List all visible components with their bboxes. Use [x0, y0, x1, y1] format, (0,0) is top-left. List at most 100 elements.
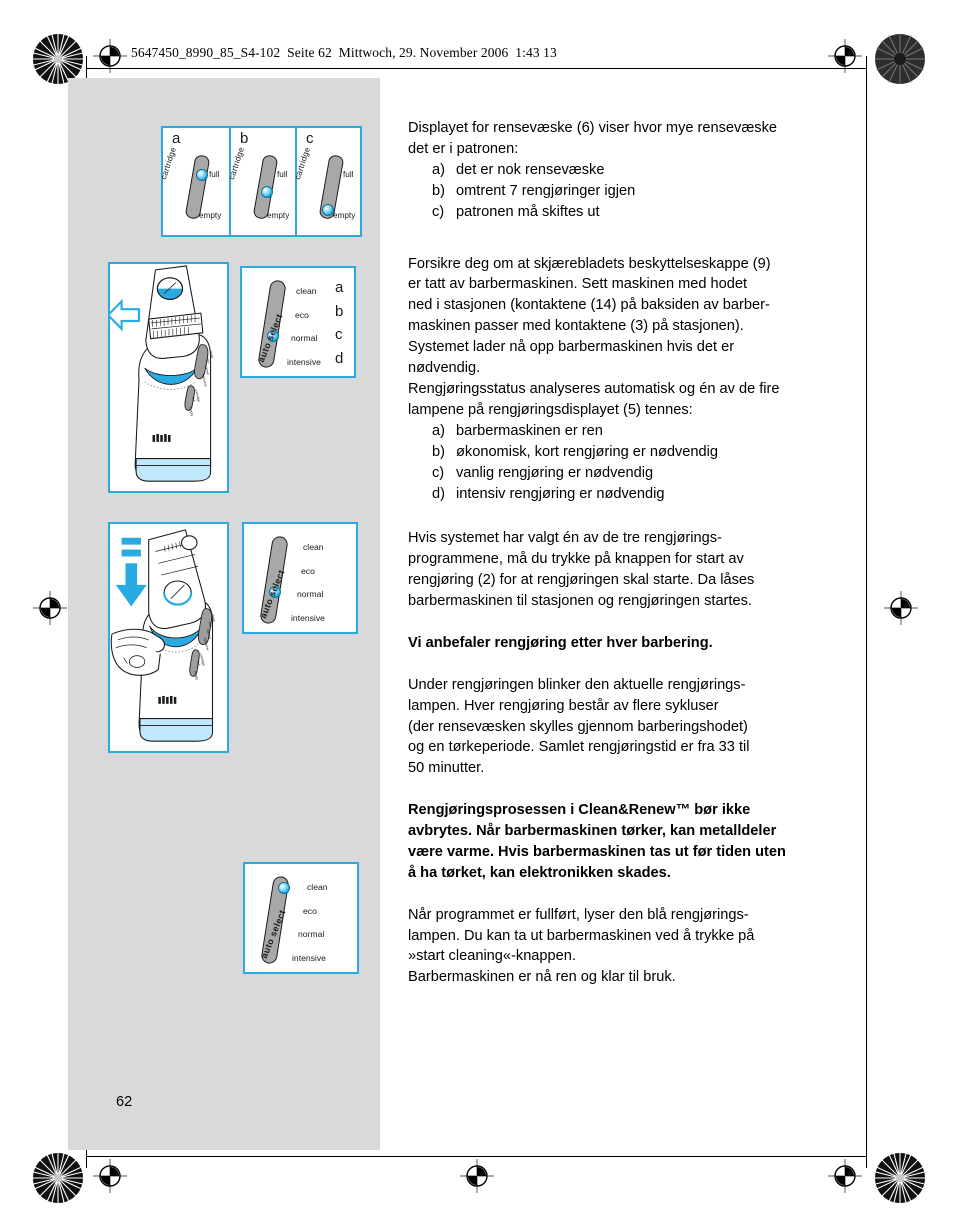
cartridge-cell-b: b cartridge full empty: [227, 128, 295, 235]
list-text: det er nok rensevæske: [456, 161, 605, 178]
auto-select-option-clean-1: clean: [296, 286, 317, 296]
text-line: 50 minutter.: [408, 760, 485, 777]
registration-crosshair-middle-left: [33, 591, 67, 625]
text-line: Displayet for rensevæske (6) viser hvor …: [408, 120, 778, 136]
starburst-mark-top-right: [874, 33, 926, 85]
crop-line-bottom: [86, 1156, 866, 1157]
list-item: b) økonomisk, kort rengjøring er nødvend…: [408, 442, 852, 463]
list-item: c) patronen må skiftes ut: [408, 202, 852, 223]
auto-select-letter-d: d: [335, 350, 344, 367]
insert-direction-arrow: [110, 298, 141, 332]
text-line: (der rensevæsken skylles gjennom barberi…: [408, 718, 748, 735]
text-line: Barbermaskinen er nå ren og klar til bru…: [408, 969, 676, 986]
list-marker: b): [432, 182, 445, 199]
text-line: er tatt av barbermaskinen. Sett maskinen…: [408, 276, 748, 293]
cartridge-label-b: b: [240, 130, 249, 147]
list-item: c) vanlig rengjøring er nødvendig: [408, 463, 852, 484]
figure-auto-select-clean: auto select clean eco normal intensive: [243, 862, 359, 974]
list-item: a) det er nok rensevæske: [408, 160, 852, 181]
paragraph-insert-shaver: Forsikre deg om at skjærebladets beskytt…: [408, 254, 852, 421]
text-line: være varme. Hvis barbermaskinen tas ut f…: [408, 843, 786, 860]
figure-auto-select-normal: auto select clean eco normal intensive: [242, 522, 358, 634]
starburst-mark-bottom-right: [874, 1152, 926, 1204]
text-line: rengjøring (2) for at rengjøringen skal …: [408, 572, 755, 589]
text-line: Rengjøringsstatus analyseres automatisk …: [408, 380, 780, 397]
cartridge-cell-a: a cartridge full empty: [159, 128, 229, 235]
cartridge-full-label-c: full: [343, 170, 354, 179]
paragraph-during-cleaning: Under rengjøringen blinker den aktuelle …: [408, 675, 852, 780]
registration-crosshair-bottom-center: [460, 1159, 494, 1193]
paragraph-start-cleaning: Hvis systemet har valgt én av de tre ren…: [408, 528, 852, 612]
list-text: intensiv rengjøring er nødvendig: [456, 485, 665, 502]
page-number: 62: [116, 1094, 133, 1110]
auto-select-letter-a: a: [335, 279, 344, 296]
auto-select-option-intensive-1: intensive: [287, 357, 321, 367]
paragraph-recommendation: Vi anbefaler rengjøring etter hver barbe…: [408, 634, 713, 651]
text-line: lampene på rengjøringsdisplayet (5) tenn…: [408, 401, 693, 418]
auto-select-letter-c: c: [335, 326, 343, 343]
list-text: økonomisk, kort rengjøring er nødvendig: [456, 443, 718, 460]
printed-page: 5647450_8990_85_S4-102 Seite 62 Mittwoch…: [0, 0, 954, 1223]
cartridge-full-label-b: full: [277, 170, 288, 179]
list-marker: a): [432, 422, 445, 439]
list-text: vanlig rengjøring er nødvendig: [456, 464, 654, 481]
figure-cartridge-level-display: a cartridge full empty b cartridge full …: [159, 126, 362, 237]
list-marker: d): [432, 485, 445, 502]
crop-line-right: [866, 56, 867, 1168]
registration-crosshair-middle-right: [884, 591, 918, 625]
auto-select-letter-b: b: [335, 303, 344, 320]
text-line: programmene, må du trykke på knappen for…: [408, 551, 744, 568]
paragraph-program-complete: Når programmet er fullført, lyser den bl…: [408, 905, 852, 989]
auto-select-option-clean-3: clean: [307, 882, 328, 892]
crop-line-top: [86, 68, 866, 69]
auto-select-option-eco-2: eco: [301, 566, 315, 576]
auto-select-option-intensive-2: intensive: [291, 613, 325, 623]
cartridge-full-label-a: full: [209, 170, 220, 179]
figure-shaver-press-down: clean eco normal intensive cartridge ful…: [108, 522, 229, 753]
text-line: lampen. Du kan ta ut barbermaskinen ved …: [408, 927, 755, 944]
cartridge-label-c: c: [306, 130, 314, 147]
press-direction-arrow: [115, 537, 147, 607]
registration-crosshair-bottom-right: [828, 1159, 862, 1193]
cartridge-label-a: a: [172, 130, 181, 147]
text-line: avbrytes. Når barbermaskinen tørker, kan…: [408, 823, 777, 840]
cartridge-axis-label-a: cartridge: [159, 145, 178, 181]
text-line: Når programmet er fullført, lyser den bl…: [408, 906, 749, 923]
figure-shaver-insert-into-station: clean eco normal intensive cartridge ful…: [108, 262, 229, 493]
shaver-press-down-drawing: clean eco normal intensive cartridge ful…: [110, 529, 216, 742]
text-line: Forsikre deg om at skjærebladets beskytt…: [408, 255, 771, 272]
text-line: nødvendig.: [408, 360, 481, 377]
paragraph-warning: Rengjøringsprosessen i Clean&Renew™ bør …: [408, 800, 852, 884]
auto-select-option-eco-1: eco: [295, 310, 309, 320]
running-head: 5647450_8990_85_S4-102 Seite 62 Mittwoch…: [131, 45, 557, 60]
cartridge-axis-label-b: cartridge: [227, 145, 246, 181]
shaver-insert-drawing: clean eco normal intensive cartridge ful…: [110, 265, 214, 482]
text-line: maskinen passer med kontaktene (3) på st…: [408, 318, 744, 335]
auto-select-indicator-dot-3: [278, 882, 290, 894]
figure-auto-select-with-letters: auto select clean eco normal intensive a…: [240, 266, 356, 378]
auto-select-option-intensive-3: intensive: [292, 953, 326, 963]
cartridge-empty-label-c: empty: [333, 211, 356, 220]
cartridge-empty-label-a: empty: [199, 211, 222, 220]
starburst-mark-bottom-left: [32, 1152, 84, 1204]
registration-crosshair-bottom-left: [93, 1159, 127, 1193]
auto-select-option-clean-2: clean: [303, 542, 324, 552]
list-item: b) omtrent 7 rengjøringer igjen: [408, 181, 852, 202]
paragraph-cartridge-display: Displayet for rensevæske (6) viser hvor …: [408, 118, 852, 160]
text-line: det er i patronen:: [408, 140, 519, 157]
text-line: Under rengjøringen blinker den aktuelle …: [408, 676, 746, 693]
list-marker: c): [432, 464, 445, 481]
list-item: a) barbermaskinen er ren: [408, 421, 852, 442]
list-text: patronen må skiftes ut: [456, 203, 600, 220]
list-cleaning-states: a) barbermaskinen er ren b) økonomisk, k…: [408, 421, 852, 505]
text-line: Rengjøringsprosessen i Clean&Renew™ bør …: [408, 802, 751, 819]
auto-select-option-eco-3: eco: [303, 906, 317, 916]
text-line: Systemet lader nå opp barbermaskinen hvi…: [408, 339, 735, 356]
list-text: barbermaskinen er ren: [456, 422, 603, 439]
